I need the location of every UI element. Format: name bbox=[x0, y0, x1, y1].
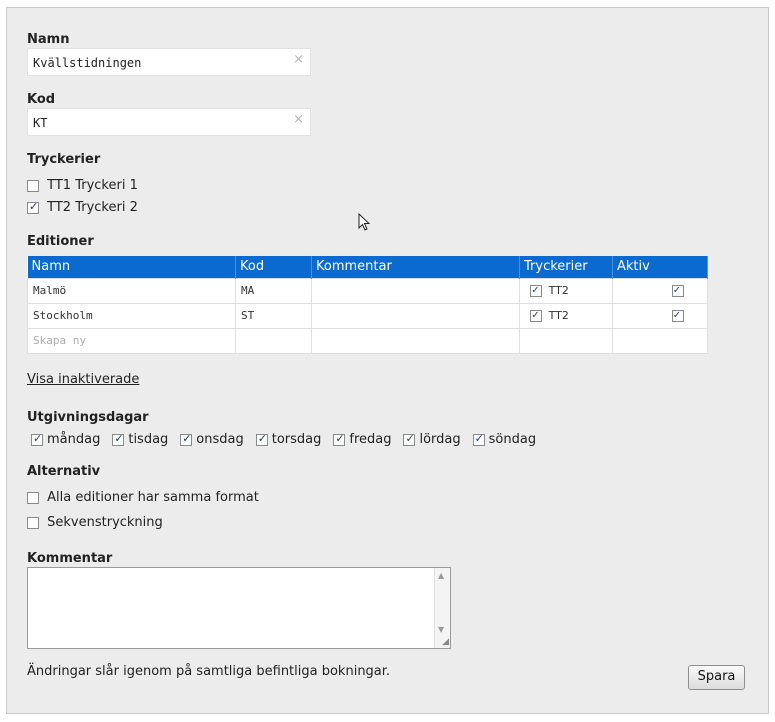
editions-table: Namn Kod Kommentar Tryckerier Aktiv Malm… bbox=[27, 256, 708, 354]
scroll-down-icon[interactable]: ▼ bbox=[438, 625, 444, 634]
col-header-comment[interactable]: Kommentar bbox=[311, 256, 520, 278]
edition-printer-checkbox[interactable] bbox=[530, 308, 542, 322]
col-header-active[interactable]: Aktiv bbox=[612, 256, 708, 278]
new-edition-code-cell[interactable] bbox=[235, 327, 312, 354]
day-tuesday-label: tisdag bbox=[128, 432, 169, 447]
day-friday-label: fredag bbox=[349, 432, 392, 447]
edition-active-cell[interactable] bbox=[612, 302, 708, 329]
scroll-up-icon[interactable]: ▲ bbox=[438, 571, 444, 580]
day-sunday-label: söndag bbox=[488, 432, 537, 447]
new-edition-printers-cell[interactable] bbox=[519, 327, 613, 354]
day-sunday-checkbox[interactable] bbox=[472, 432, 485, 446]
alt-sequence-print-checkbox[interactable] bbox=[27, 516, 39, 529]
show-inactive-link[interactable]: Visa inaktiverade bbox=[27, 372, 139, 387]
edition-printer-label: TT2 bbox=[548, 309, 569, 322]
printers-label: Tryckerier bbox=[27, 152, 101, 167]
day-wednesday-label: onsdag bbox=[196, 432, 244, 447]
day-sunday[interactable]: söndag bbox=[472, 432, 537, 447]
edition-printers-cell[interactable]: TT2 bbox=[519, 277, 613, 304]
edition-code-cell[interactable]: ST bbox=[235, 302, 312, 329]
day-wednesday-checkbox[interactable] bbox=[180, 432, 193, 446]
alt-same-format[interactable]: Alla editioner har samma format bbox=[27, 490, 259, 505]
table-row[interactable]: Stockholm ST TT2 bbox=[27, 302, 708, 329]
clear-name-icon[interactable]: × bbox=[293, 52, 304, 67]
edition-active-cell[interactable] bbox=[612, 277, 708, 304]
edition-active-checkbox[interactable] bbox=[671, 308, 684, 322]
mouse-cursor-icon bbox=[358, 213, 371, 231]
name-label: Namn bbox=[27, 32, 70, 47]
edition-name-cell[interactable]: Stockholm bbox=[27, 302, 236, 329]
printer-tt2-checkbox[interactable] bbox=[27, 200, 39, 214]
editions-header-row: Namn Kod Kommentar Tryckerier Aktiv bbox=[27, 256, 708, 278]
day-saturday-checkbox[interactable] bbox=[403, 432, 416, 446]
printer-option-tt2[interactable]: TT2 Tryckeri 2 bbox=[27, 200, 138, 215]
printer-option-tt1[interactable]: TT1 Tryckeri 1 bbox=[27, 178, 138, 193]
edition-name-cell[interactable]: Malmö bbox=[27, 277, 236, 304]
edition-comment-cell[interactable] bbox=[311, 302, 520, 329]
resize-grip-icon[interactable]: ◢ bbox=[442, 637, 449, 647]
printer-tt2-label: TT2 Tryckeri 2 bbox=[47, 200, 138, 215]
alt-sequence-print[interactable]: Sekvenstryckning bbox=[27, 515, 163, 530]
day-saturday-label: lördag bbox=[419, 432, 461, 447]
col-header-code[interactable]: Kod bbox=[235, 256, 312, 278]
code-field[interactable]: KT × bbox=[27, 108, 311, 136]
edition-printer-label: TT2 bbox=[548, 284, 569, 297]
new-edition-comment-cell[interactable] bbox=[311, 327, 520, 354]
alt-same-format-checkbox[interactable] bbox=[27, 491, 39, 504]
day-friday[interactable]: fredag bbox=[333, 432, 391, 447]
col-header-name[interactable]: Namn bbox=[27, 256, 236, 278]
day-monday[interactable]: måndag bbox=[31, 432, 100, 447]
day-monday-checkbox[interactable] bbox=[31, 432, 43, 446]
code-field-value: KT bbox=[33, 116, 48, 130]
save-button[interactable]: Spara bbox=[688, 665, 745, 690]
col-header-printers[interactable]: Tryckerier bbox=[519, 256, 613, 278]
printer-tt1-checkbox[interactable] bbox=[27, 179, 39, 192]
table-row[interactable]: Malmö MA TT2 bbox=[27, 277, 708, 304]
day-monday-label: måndag bbox=[47, 432, 101, 447]
edition-active-checkbox[interactable] bbox=[671, 283, 684, 297]
printer-tt1-label: TT1 Tryckeri 1 bbox=[47, 178, 138, 193]
edition-printers-cell[interactable]: TT2 bbox=[519, 302, 613, 329]
new-edition-active-cell[interactable] bbox=[612, 327, 708, 354]
edition-code-cell[interactable]: MA bbox=[235, 277, 312, 304]
alternatives-label: Alternativ bbox=[27, 464, 101, 479]
comment-label: Kommentar bbox=[27, 551, 113, 566]
code-label: Kod bbox=[27, 92, 56, 107]
day-tuesday-checkbox[interactable] bbox=[112, 432, 125, 446]
day-thursday-label: torsdag bbox=[271, 432, 322, 447]
alt-same-format-label: Alla editioner har samma format bbox=[47, 490, 259, 505]
new-edition-placeholder[interactable]: Skapa ny bbox=[27, 327, 236, 354]
alt-sequence-print-label: Sekvenstryckning bbox=[47, 515, 163, 530]
new-edition-row[interactable]: Skapa ny bbox=[27, 327, 708, 354]
form-panel: Namn Kvällstidningen × Kod KT × Tryckeri… bbox=[6, 7, 769, 714]
days-label: Utgivningsdagar bbox=[27, 410, 149, 425]
days-group: måndag tisdag onsdag torsdag fredag lördag sön… bbox=[31, 432, 548, 447]
name-field-value: Kvällstidningen bbox=[33, 56, 142, 70]
name-field[interactable]: Kvällstidningen × bbox=[27, 48, 311, 76]
clear-code-icon[interactable]: × bbox=[293, 112, 304, 127]
day-thursday[interactable]: torsdag bbox=[255, 432, 322, 447]
day-friday-checkbox[interactable] bbox=[333, 432, 346, 446]
day-wednesday[interactable]: onsdag bbox=[180, 432, 244, 447]
day-tuesday[interactable]: tisdag bbox=[112, 432, 168, 447]
day-thursday-checkbox[interactable] bbox=[255, 432, 268, 446]
editions-label: Editioner bbox=[27, 234, 94, 249]
comment-textarea[interactable]: ▲ ▼ ◢ bbox=[27, 567, 451, 649]
edition-printer-checkbox[interactable] bbox=[530, 283, 542, 297]
comment-scrollbar[interactable]: ▲ ▼ bbox=[434, 568, 450, 648]
day-saturday[interactable]: lördag bbox=[403, 432, 461, 447]
footer-note: Ändringar slår igenom på samtliga befint… bbox=[27, 664, 391, 679]
edition-comment-cell[interactable] bbox=[311, 277, 520, 304]
